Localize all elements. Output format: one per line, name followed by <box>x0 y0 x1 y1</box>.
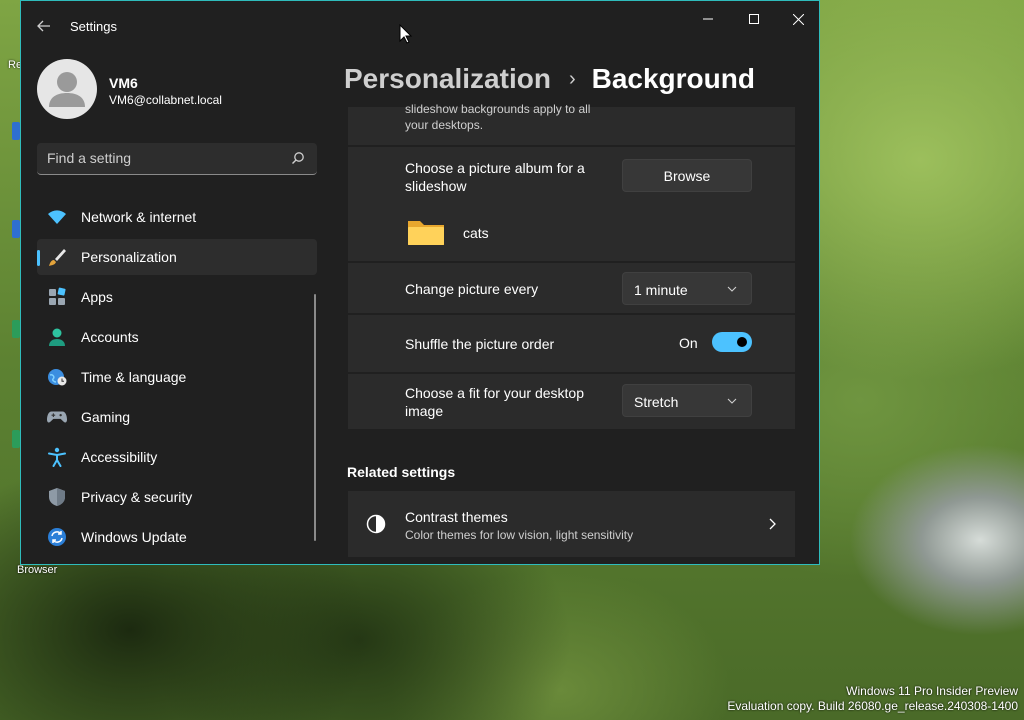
fit-label: Choose a fit for your desktop image <box>405 384 605 420</box>
accounts-icon <box>47 327 67 347</box>
apps-icon <box>47 287 67 307</box>
album-label-line2: slideshow <box>405 178 467 194</box>
app-title: Settings <box>70 19 117 34</box>
back-arrow-icon <box>37 20 50 32</box>
sidebar-item-accessibility[interactable]: Accessibility <box>37 439 317 475</box>
album-label-line1: Choose a picture album for a <box>405 160 585 176</box>
page-title: Background <box>591 63 755 94</box>
fit-value: Stretch <box>634 394 679 410</box>
sidebar-item-label: Time & language <box>81 369 187 385</box>
close-button[interactable] <box>775 5 819 33</box>
fit-label-line2: image <box>405 403 444 419</box>
shuffle-card: Shuffle the picture order On <box>348 315 795 372</box>
sidebar-item-gaming[interactable]: Gaming <box>37 399 317 435</box>
contrast-icon <box>366 514 386 534</box>
contrast-themes-desc: Color themes for low vision, light sensi… <box>405 528 634 542</box>
chevron-down-icon <box>727 286 737 292</box>
windows-watermark: Windows 11 Pro Insider Preview Evaluatio… <box>727 684 1018 714</box>
album-label: Choose a picture album for a slideshow <box>405 159 605 195</box>
accessibility-icon <box>47 447 67 467</box>
change-picture-card: Change picture every 1 minute <box>348 263 795 313</box>
maximize-button[interactable] <box>731 5 777 33</box>
fit-card: Choose a fit for your desktop image Stre… <box>348 374 795 429</box>
slideshow-info-text: slideshow backgrounds apply to all your … <box>405 101 625 133</box>
sidebar-item-privacy-security[interactable]: Privacy & security <box>37 479 317 515</box>
sidebar-item-windows-update[interactable]: Windows Update <box>37 519 317 555</box>
gamepad-icon <box>47 407 67 427</box>
sidebar-nav: Network & internet Personalization Apps … <box>37 199 317 559</box>
watermark-line2: Evaluation copy. Build 26080.ge_release.… <box>727 699 1018 713</box>
change-picture-dropdown[interactable]: 1 minute <box>622 272 752 305</box>
user-name: VM6 <box>109 75 138 91</box>
sidebar-item-label: Gaming <box>81 409 131 425</box>
watermark-line1: Windows 11 Pro Insider Preview <box>846 684 1018 698</box>
maximize-icon <box>749 14 759 24</box>
sidebar-item-time-language[interactable]: Time & language <box>37 359 317 395</box>
browse-button[interactable]: Browse <box>622 159 752 192</box>
desktop-icon-partial[interactable] <box>12 220 20 238</box>
sidebar-item-network[interactable]: Network & internet <box>37 199 317 235</box>
toggle-knob <box>737 337 747 347</box>
slideshow-info-line2: your desktops. <box>405 118 484 132</box>
mouse-cursor-icon <box>399 24 413 44</box>
title-bar[interactable]: Settings <box>21 1 819 49</box>
shuffle-toggle-state: On <box>679 335 698 351</box>
sidebar-scrollbar[interactable] <box>314 294 316 541</box>
shuffle-toggle[interactable] <box>712 332 752 352</box>
paintbrush-icon <box>47 247 67 267</box>
related-settings-title: Related settings <box>347 464 456 480</box>
slideshow-info-line1: slideshow backgrounds apply to all <box>405 102 591 116</box>
fit-label-line1: Choose a fit for your desktop <box>405 385 584 401</box>
chevron-right-icon <box>769 518 776 530</box>
user-avatar-icon <box>49 72 85 107</box>
change-picture-value: 1 minute <box>634 282 688 298</box>
sidebar-item-label: Accessibility <box>81 449 158 465</box>
contrast-themes-card[interactable]: Contrast themes Color themes for low vis… <box>348 491 795 557</box>
breadcrumb: Personalization › Background <box>344 59 755 99</box>
minimize-button[interactable] <box>685 5 731 33</box>
shuffle-label: Shuffle the picture order <box>405 336 555 352</box>
settings-window: Settings VM6 VM6@collabnet.local Find a … <box>20 0 820 565</box>
search-icon[interactable] <box>291 151 305 165</box>
album-folder-item[interactable]: cats <box>405 217 605 247</box>
album-folder-name: cats <box>463 225 489 241</box>
sidebar-item-label: Privacy & security <box>81 489 193 505</box>
album-card: Choose a picture album for a slideshow B… <box>348 147 795 261</box>
sidebar-item-label: Accounts <box>81 329 139 345</box>
sidebar-item-label: Personalization <box>81 249 177 265</box>
sidebar-item-accounts[interactable]: Accounts <box>37 319 317 355</box>
sidebar-item-label: Network & internet <box>81 209 197 225</box>
folder-icon <box>408 221 444 245</box>
wifi-icon <box>47 207 67 227</box>
sidebar-item-personalization[interactable]: Personalization <box>37 239 317 275</box>
breadcrumb-parent[interactable]: Personalization <box>344 63 551 95</box>
close-icon <box>792 13 804 25</box>
contrast-themes-title: Contrast themes <box>405 509 508 525</box>
minimize-icon <box>703 18 713 20</box>
sync-icon <box>47 527 67 547</box>
globe-clock-icon <box>47 367 67 387</box>
avatar[interactable] <box>37 59 97 119</box>
search-input[interactable] <box>37 143 277 173</box>
sidebar-item-apps[interactable]: Apps <box>37 279 317 315</box>
fit-dropdown[interactable]: Stretch <box>622 384 752 417</box>
sidebar-item-label: Apps <box>81 289 113 305</box>
sidebar-item-label: Windows Update <box>81 529 187 545</box>
desktop-icon-partial[interactable] <box>12 430 20 448</box>
slideshow-info-card: slideshow backgrounds apply to all your … <box>348 102 795 145</box>
change-picture-label: Change picture every <box>405 281 539 297</box>
shield-icon <box>47 487 67 507</box>
breadcrumb-separator: › <box>568 67 576 90</box>
desktop-icon-partial[interactable] <box>12 122 20 140</box>
back-button[interactable] <box>33 15 55 37</box>
desktop-icon-partial[interactable] <box>12 320 20 338</box>
chevron-down-icon <box>727 398 737 404</box>
desktop-icon-label-browser: Browser <box>17 564 58 576</box>
user-email: VM6@collabnet.local <box>109 93 222 107</box>
search-box[interactable] <box>37 143 317 175</box>
